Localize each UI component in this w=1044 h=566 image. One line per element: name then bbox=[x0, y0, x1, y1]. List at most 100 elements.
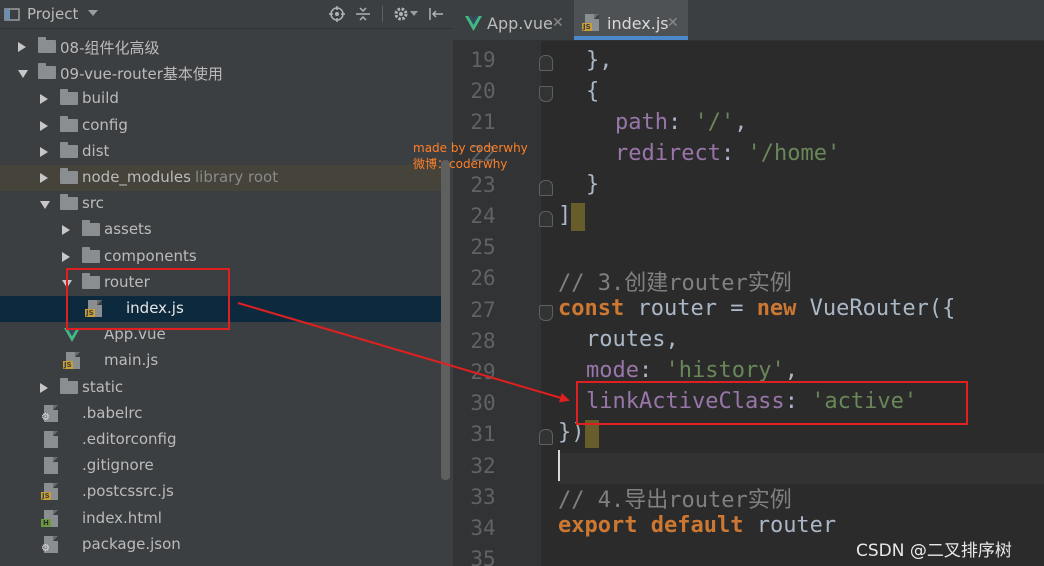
line-number: 35 bbox=[470, 547, 496, 566]
code-line-24[interactable]: ] bbox=[558, 203, 586, 231]
collapse-arrow-icon[interactable] bbox=[62, 251, 70, 262]
tree-item[interactable]: JS main.js bbox=[0, 348, 445, 374]
header-divider bbox=[382, 6, 383, 22]
watermark: made by coderwhy 微博：coderwhy bbox=[413, 140, 528, 172]
collapse-arrow-icon[interactable] bbox=[40, 173, 48, 183]
tree-item-label: static bbox=[82, 377, 124, 396]
code-line-28[interactable]: routes, bbox=[558, 327, 679, 352]
csdn-watermark: CSDN @二叉排序树 bbox=[856, 541, 1012, 561]
code-line-19[interactable]: }, bbox=[558, 48, 613, 73]
tree-item-label: .postcssrc.js bbox=[82, 482, 174, 501]
tree-item[interactable]: src bbox=[0, 191, 445, 217]
config-file-icon: ⚙ bbox=[41, 535, 58, 553]
collapse-arrow-icon[interactable] bbox=[40, 94, 48, 105]
current-line-highlight bbox=[558, 453, 1044, 484]
expand-arrow-icon[interactable] bbox=[40, 201, 50, 210]
tree-item[interactable]: 09-vue-router基本使用 bbox=[0, 60, 445, 86]
folder-icon bbox=[60, 168, 78, 184]
tree-item-sublabel: library root bbox=[195, 168, 279, 186]
code-line-27[interactable]: const router = new VueRouter({ bbox=[558, 296, 955, 321]
collapse-all-icon[interactable] bbox=[355, 6, 371, 22]
fold-marker-icon[interactable] bbox=[539, 86, 553, 103]
code-line-23[interactable]: } bbox=[558, 172, 599, 197]
expand-arrow-icon[interactable] bbox=[18, 70, 28, 79]
tab-index-js[interactable]: JS index.js ✕ bbox=[574, 0, 688, 40]
collapse-arrow-icon[interactable] bbox=[40, 382, 48, 393]
annotation-box-router bbox=[66, 268, 230, 330]
line-number: 25 bbox=[470, 235, 496, 260]
folder-icon bbox=[60, 89, 78, 106]
active-tab-indicator bbox=[574, 36, 688, 40]
line-number: 27 bbox=[470, 297, 496, 322]
project-icon bbox=[4, 8, 20, 21]
fold-marker-icon[interactable] bbox=[539, 211, 553, 227]
tree-item-label: package.json bbox=[82, 534, 181, 553]
collapse-arrow-icon[interactable] bbox=[40, 146, 48, 157]
code-line-21[interactable]: path: '/', bbox=[558, 110, 747, 135]
editor: App.vue ✕ JS index.js ✕ 19 20 21 22 23 24 25 26… bbox=[453, 0, 1044, 566]
tree-item[interactable]: build bbox=[0, 86, 445, 112]
code-line-29[interactable]: mode: 'history', bbox=[558, 358, 798, 383]
collapse-arrow-icon[interactable] bbox=[62, 225, 70, 236]
gear-icon[interactable] bbox=[393, 6, 409, 22]
hide-panel-icon[interactable] bbox=[428, 6, 444, 22]
folder-icon bbox=[60, 194, 78, 211]
tree-item[interactable]: .editorconfig bbox=[0, 427, 445, 453]
tree-item-label: .babelrc bbox=[82, 403, 143, 422]
text-file-icon bbox=[44, 431, 58, 448]
fold-marker-icon[interactable] bbox=[539, 429, 553, 446]
tree-item[interactable]: .gitignore bbox=[0, 453, 445, 479]
html-file-icon: H bbox=[41, 509, 58, 527]
line-number: 31 bbox=[470, 422, 496, 447]
folder-icon bbox=[60, 115, 78, 132]
line-number: 26 bbox=[470, 266, 496, 291]
tree-item-label: .gitignore bbox=[82, 456, 154, 475]
tree-item[interactable]: ⚙ package.json bbox=[0, 532, 445, 558]
vue-icon bbox=[465, 16, 482, 31]
project-title[interactable]: Project bbox=[27, 5, 78, 23]
line-number: 21 bbox=[470, 110, 496, 135]
code-line-20[interactable]: { bbox=[558, 79, 599, 104]
code-line-34[interactable]: export default router bbox=[558, 513, 836, 538]
tab-label: index.js bbox=[607, 14, 669, 33]
tree-item-label: build bbox=[82, 89, 119, 108]
tree-item[interactable]: 08-组件化高级 bbox=[0, 34, 445, 60]
fold-marker-icon[interactable] bbox=[539, 179, 553, 196]
tab-app-vue[interactable]: App.vue ✕ bbox=[453, 0, 571, 40]
code-line-26[interactable]: // 3.创建router实例 bbox=[558, 265, 792, 297]
folder-icon bbox=[38, 63, 56, 80]
folder-icon bbox=[60, 141, 78, 158]
close-icon[interactable]: ✕ bbox=[552, 15, 564, 31]
code-line-33[interactable]: // 4.导出router实例 bbox=[558, 482, 792, 514]
tree-item-label: 09-vue-router基本使用 bbox=[60, 65, 223, 84]
collapse-arrow-icon[interactable] bbox=[18, 42, 26, 52]
tree-item[interactable]: components bbox=[0, 244, 445, 270]
line-number: 30 bbox=[470, 391, 496, 416]
fold-marker-icon[interactable] bbox=[539, 55, 553, 71]
tree-item[interactable]: Hindex.html bbox=[0, 506, 445, 532]
tree-item[interactable]: JS .postcssrc.js bbox=[0, 479, 445, 505]
scrollbar-thumb[interactable] bbox=[441, 160, 450, 480]
line-number: 29 bbox=[470, 360, 496, 384]
tree-item[interactable]: assets bbox=[0, 217, 445, 243]
line-number: 23 bbox=[470, 172, 496, 197]
chevron-down-icon[interactable] bbox=[88, 10, 98, 18]
locate-icon[interactable] bbox=[329, 6, 345, 22]
line-number: 34 bbox=[470, 516, 496, 540]
tree-item[interactable]: node_modules library root bbox=[0, 165, 445, 191]
tree-item-label: main.js bbox=[104, 351, 159, 370]
tree-item[interactable]: ⚙ .babelrc bbox=[0, 401, 445, 427]
fold-marker-icon[interactable] bbox=[539, 304, 553, 321]
tree-item[interactable]: dist bbox=[0, 139, 445, 165]
text-caret bbox=[558, 450, 560, 481]
tab-bar: App.vue ✕ JS index.js ✕ bbox=[453, 0, 1044, 41]
tree-item[interactable]: static bbox=[0, 375, 445, 401]
gear-chevron-icon[interactable] bbox=[410, 11, 418, 17]
tree-item-label: src bbox=[82, 194, 104, 213]
code-line-22[interactable]: redirect: '/home' bbox=[558, 141, 840, 166]
collapse-arrow-icon[interactable] bbox=[40, 120, 48, 131]
close-icon[interactable]: ✕ bbox=[667, 15, 679, 31]
tree-item-label: node_modules bbox=[82, 168, 191, 186]
tree-item[interactable]: config bbox=[0, 113, 445, 139]
watermark-line-1: made by coderwhy bbox=[413, 141, 528, 155]
